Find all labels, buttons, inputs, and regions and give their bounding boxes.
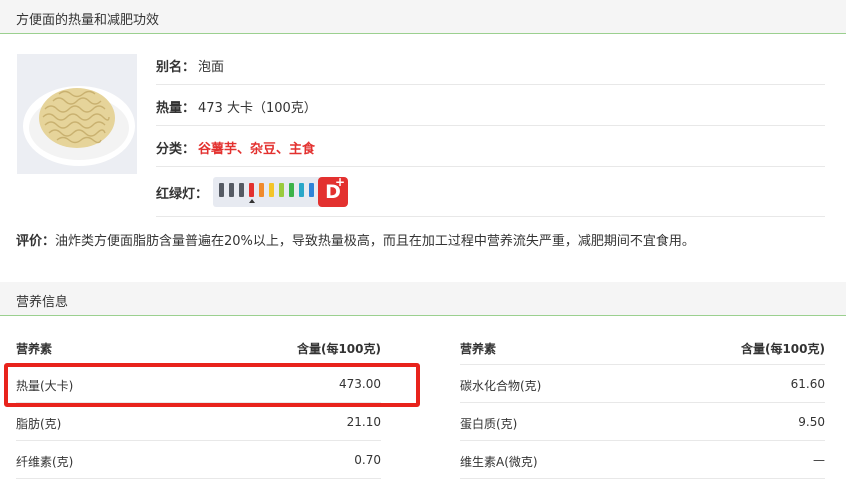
nutrient-name: 维生素A(微克) (460, 455, 538, 469)
noodles-photo (17, 54, 137, 174)
category-row: 分类： 谷薯芋、杂豆、主食 (156, 126, 825, 167)
evaluation-label: 评价： (16, 234, 56, 249)
traffic-light-segment (239, 183, 244, 197)
evaluation-text: 油炸类方便面脂肪含量普遍在20%以上，导致热量极高，而且在加工过程中营养流失严重… (55, 234, 695, 249)
table-header: 营养素 含量(每100克) (460, 328, 825, 365)
noodles-illustration (17, 54, 137, 174)
header-amount: 含量(每100克) (740, 342, 825, 356)
table-row: 纤维素(克) 0.70 (16, 441, 381, 479)
traffic-light-segment (229, 183, 234, 197)
header-amount: 含量(每100克) (296, 342, 381, 356)
nutrient-amount: 21.10 (346, 415, 381, 429)
traffic-light-segment (309, 183, 314, 197)
alias-label: 别名： (156, 60, 196, 75)
header-nutrient: 营养素 (460, 342, 497, 356)
heat-value: 473 大卡（100克） (198, 101, 317, 116)
category-label: 分类： (156, 142, 196, 157)
traffic-light-segment (259, 183, 264, 197)
traffic-light-label: 红绿灯： (156, 187, 209, 202)
alias-value: 泡面 (198, 60, 225, 75)
traffic-light-segment (289, 183, 294, 197)
highlight-annotation (4, 363, 420, 407)
grade-plus: + (334, 175, 345, 189)
traffic-light-row: 红绿灯： D + (156, 167, 825, 217)
evaluation: 评价：油炸类方便面脂肪含量普遍在20%以上，导致热量极高，而且在加工过程中营养流… (16, 230, 695, 249)
nutrient-name: 碳水化合物(克) (460, 379, 542, 393)
table-row: 维生素A(微克) — (460, 441, 825, 479)
traffic-light-segment (249, 183, 254, 197)
table-header: 营养素 含量(每100克) (16, 328, 381, 365)
heat-row: 热量： 473 大卡（100克） (156, 85, 825, 126)
nutrient-amount: 9.50 (798, 415, 825, 429)
nutrition-section-header: 营养信息 (0, 282, 846, 316)
traffic-light-segment (279, 183, 284, 197)
heat-label: 热量： (156, 101, 196, 116)
nutrient-name: 蛋白质(克) (460, 417, 518, 431)
grade-badge: D + (318, 175, 348, 207)
traffic-light-meter[interactable]: D + (213, 175, 348, 207)
traffic-light-segment (299, 183, 304, 197)
nutrient-amount: 61.60 (790, 377, 825, 391)
traffic-light-segment (219, 183, 224, 197)
food-section-title: 方便面的热量和减肥功效 (16, 13, 160, 28)
header-nutrient: 营养素 (16, 342, 53, 356)
alias-row: 别名： 泡面 (156, 44, 825, 85)
nutrient-amount: — (813, 453, 825, 467)
food-section-header: 方便面的热量和减肥功效 (0, 0, 846, 34)
nutrient-name: 脂肪(克) (16, 417, 62, 431)
nutrition-section-title: 营养信息 (16, 295, 69, 310)
category-link[interactable]: 谷薯芋、杂豆、主食 (198, 138, 315, 157)
nutrient-name: 纤维素(克) (16, 455, 74, 469)
nutrient-amount: 0.70 (354, 453, 381, 467)
traffic-light-segment (269, 183, 274, 197)
nutrition-table-right: 营养素 含量(每100克) 碳水化合物(克) 61.60 蛋白质(克) 9.50… (460, 328, 825, 479)
table-row: 蛋白质(克) 9.50 (460, 403, 825, 441)
table-row: 脂肪(克) 21.10 (16, 403, 381, 441)
table-row: 碳水化合物(克) 61.60 (460, 365, 825, 403)
traffic-light-marker-icon (249, 199, 255, 203)
